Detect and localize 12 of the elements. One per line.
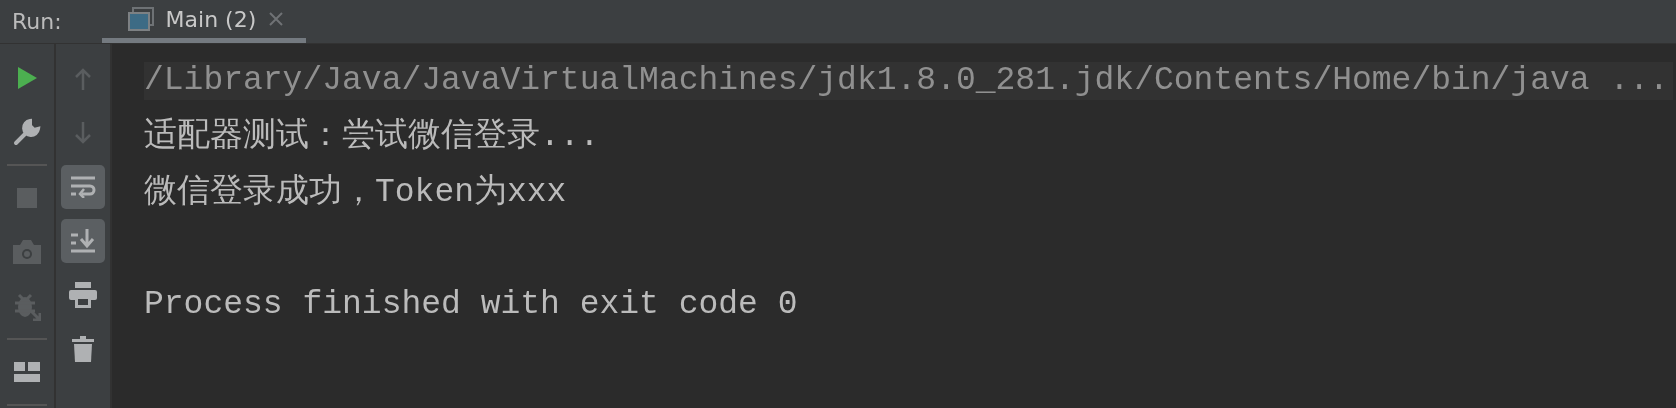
layout-icon[interactable] xyxy=(14,362,40,382)
exit-message: Process finished with exit code 0 xyxy=(144,286,798,324)
run-label: Run: xyxy=(11,9,63,34)
scroll-to-end-icon[interactable] xyxy=(61,219,105,263)
console-output: 适配器测试：尝试微信登录... xyxy=(144,118,600,156)
wrench-icon[interactable] xyxy=(13,118,41,146)
console-tab[interactable]: Main (2) xyxy=(101,0,307,43)
close-icon[interactable] xyxy=(268,11,285,27)
wrap-icon[interactable] xyxy=(61,165,105,209)
window-icon xyxy=(127,7,154,31)
console-output: 微信登录成功，Token为xxx xyxy=(144,174,567,212)
run-icon[interactable] xyxy=(16,66,38,90)
